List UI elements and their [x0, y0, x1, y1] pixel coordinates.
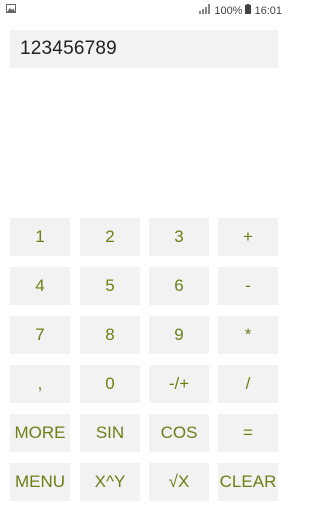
key-clear[interactable]: CLEAR — [218, 463, 278, 501]
key-multiply[interactable]: * — [218, 316, 278, 354]
key-7[interactable]: 7 — [10, 316, 70, 354]
key-minus[interactable]: - — [218, 267, 278, 305]
key-5[interactable]: 5 — [80, 267, 140, 305]
key-2[interactable]: 2 — [80, 218, 140, 256]
key-0[interactable]: 0 — [80, 365, 140, 403]
key-4[interactable]: 4 — [10, 267, 70, 305]
key-3[interactable]: 3 — [149, 218, 209, 256]
key-plus[interactable]: + — [218, 218, 278, 256]
key-negate[interactable]: -/+ — [149, 365, 209, 403]
key-8[interactable]: 8 — [80, 316, 140, 354]
key-comma[interactable]: , — [10, 365, 70, 403]
key-cos[interactable]: COS — [149, 414, 209, 452]
key-power[interactable]: X^Y — [80, 463, 140, 501]
key-sqrt[interactable]: √X — [149, 463, 209, 501]
key-menu[interactable]: MENU — [10, 463, 70, 501]
keypad: 1 2 3 + 4 5 6 - 7 8 9 * , 0 -/+ / MORE S… — [0, 0, 288, 512]
key-sin[interactable]: SIN — [80, 414, 140, 452]
key-6[interactable]: 6 — [149, 267, 209, 305]
key-divide[interactable]: / — [218, 365, 278, 403]
key-equals[interactable]: = — [218, 414, 278, 452]
key-1[interactable]: 1 — [10, 218, 70, 256]
key-more[interactable]: MORE — [10, 414, 70, 452]
key-9[interactable]: 9 — [149, 316, 209, 354]
